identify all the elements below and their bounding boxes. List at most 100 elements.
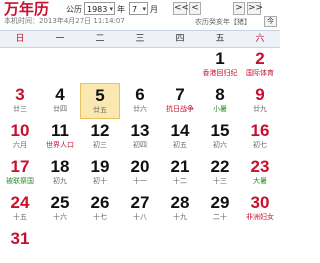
- lunar-date-label: 廿四: [53, 105, 67, 113]
- weekday-thu: 四: [175, 34, 185, 44]
- lunar-date-label: 十一: [133, 177, 147, 185]
- calendar-type-label: 公历: [66, 5, 82, 14]
- day-cell[interactable]: 7 抗日战争: [160, 83, 200, 119]
- day-cell[interactable]: 1 香港回归纪: [200, 47, 240, 83]
- day-cell[interactable]: 23 大暑: [240, 155, 280, 191]
- day-number: 11: [51, 121, 69, 140]
- day-cell[interactable]: 6 廿六: [120, 83, 160, 119]
- day-cell[interactable]: 21 十二: [160, 155, 200, 191]
- day-number: 17: [10, 157, 30, 176]
- year-suffix: 年: [117, 5, 125, 14]
- lunar-date-label: 廿九: [253, 105, 267, 113]
- day-cell[interactable]: 3 廿三: [0, 83, 40, 119]
- calendar-toolbar: 万年历 本机时间：2013年4月27日 11:14:07 公历 1983 ▾ 年…: [0, 0, 280, 28]
- next-year-button[interactable]: >>: [247, 2, 263, 15]
- day-cell[interactable]: 26 十七: [80, 191, 120, 227]
- day-cell[interactable]: 31: [0, 227, 40, 263]
- day-cell[interactable]: 24 十五: [0, 191, 40, 227]
- lunar-date-label: 十六: [53, 213, 67, 221]
- day-cell[interactable]: 28 十九: [160, 191, 200, 227]
- weekday-header: 日 一 二 三 四 五 六: [0, 30, 280, 48]
- day-cell[interactable]: 25 十六: [40, 191, 80, 227]
- lunar-date-label: 二十: [213, 213, 227, 221]
- lunar-date-label: 廿六: [133, 105, 147, 113]
- day-cell[interactable]: 5 廿五: [80, 83, 120, 119]
- lunar-date-label: 初六: [213, 141, 227, 149]
- day-number: 23: [250, 157, 270, 176]
- day-number: 22: [210, 157, 230, 176]
- weekday-sun: 日: [15, 34, 25, 44]
- day-number: 2: [255, 49, 265, 68]
- month-suffix: 月: [150, 5, 158, 14]
- lunar-date-label: 六月: [13, 141, 27, 149]
- day-number: 21: [170, 157, 190, 176]
- day-cell[interactable]: 13 初四: [120, 119, 160, 155]
- year-select[interactable]: 1983 ▾: [84, 2, 115, 15]
- day-cell[interactable]: 30 非洲妇女: [240, 191, 280, 227]
- day-cell[interactable]: 16 初七: [240, 119, 280, 155]
- day-cell[interactable]: 2 国际体育: [240, 47, 280, 83]
- day-number: 29: [210, 193, 230, 212]
- day-number: 8: [215, 85, 225, 104]
- lunar-date-label: 十八: [133, 213, 147, 221]
- day-cell[interactable]: 10 六月: [0, 119, 40, 155]
- weekday-wed: 三: [135, 34, 145, 44]
- day-number: 5: [95, 86, 105, 105]
- chevron-down-icon: ▾: [142, 5, 146, 13]
- day-number: 27: [130, 193, 150, 212]
- day-number: 31: [10, 229, 30, 248]
- day-cell[interactable]: 9 廿九: [240, 83, 280, 119]
- day-number: 25: [50, 193, 70, 212]
- day-cell[interactable]: 14 初五: [160, 119, 200, 155]
- day-number: 12: [90, 121, 110, 140]
- lunar-date-label: 初九: [53, 177, 67, 185]
- day-number: 26: [90, 193, 110, 212]
- month-value: 7: [132, 5, 138, 14]
- day-number: 13: [130, 121, 150, 140]
- weekday-sat: 六: [255, 34, 265, 44]
- day-cell[interactable]: 20 十一: [120, 155, 160, 191]
- day-cell[interactable]: 12 初三: [80, 119, 120, 155]
- day-number: 4: [55, 85, 65, 104]
- lunar-date-label: 国际体育: [246, 69, 274, 77]
- lunar-date-label: 初四: [133, 141, 147, 149]
- day-number: 18: [50, 157, 70, 176]
- day-cell[interactable]: 19 初十: [80, 155, 120, 191]
- lunar-date-label: 十二: [173, 177, 187, 185]
- lunar-date-label: 大暑: [253, 177, 267, 185]
- day-cell[interactable]: 27 十八: [120, 191, 160, 227]
- lunar-date-label: 抗日战争: [166, 105, 194, 113]
- prev-year-button[interactable]: <<: [173, 2, 189, 15]
- prev-month-button[interactable]: <: [189, 2, 201, 15]
- day-number: 24: [10, 193, 30, 212]
- day-cell[interactable]: 18 初九: [40, 155, 80, 191]
- day-number: 20: [130, 157, 150, 176]
- day-cell[interactable]: 17 被联祭国: [0, 155, 40, 191]
- weekday-mon: 一: [55, 34, 65, 44]
- lunar-date-label: 初七: [253, 141, 267, 149]
- lunar-date-label: 被联祭国: [6, 177, 34, 185]
- weekday-tue: 二: [95, 34, 105, 44]
- day-cell[interactable]: 8 小暑: [200, 83, 240, 119]
- month-select[interactable]: 7 ▾: [129, 2, 148, 15]
- day-number: 19: [90, 157, 110, 176]
- day-number: 28: [170, 193, 190, 212]
- lunar-date-label: 初三: [93, 141, 107, 149]
- lunar-date-label: 廿五: [93, 106, 107, 114]
- today-button[interactable]: 今: [264, 16, 277, 27]
- local-time: 本机时间：2013年4月27日 11:14:07: [4, 17, 125, 25]
- day-cell[interactable]: 22 十三: [200, 155, 240, 191]
- lunar-date-label: 廿三: [13, 105, 27, 113]
- day-cell[interactable]: 29 二十: [200, 191, 240, 227]
- day-cell[interactable]: 15 初六: [200, 119, 240, 155]
- lunar-date-label: 十五: [13, 213, 27, 221]
- year-value: 1983: [87, 5, 108, 14]
- day-cell[interactable]: 4 廿四: [40, 83, 80, 119]
- lunar-date-label: 香港回归纪: [202, 69, 238, 77]
- lunar-date-label: 初五: [173, 141, 187, 149]
- next-month-button[interactable]: >: [233, 2, 245, 15]
- day-number: 6: [135, 85, 145, 104]
- day-cell[interactable]: 11 世界人口: [40, 119, 80, 155]
- lunar-date-label: 非洲妇女: [246, 213, 274, 221]
- lunar-year-info: 农历癸亥年【猪】: [195, 18, 251, 26]
